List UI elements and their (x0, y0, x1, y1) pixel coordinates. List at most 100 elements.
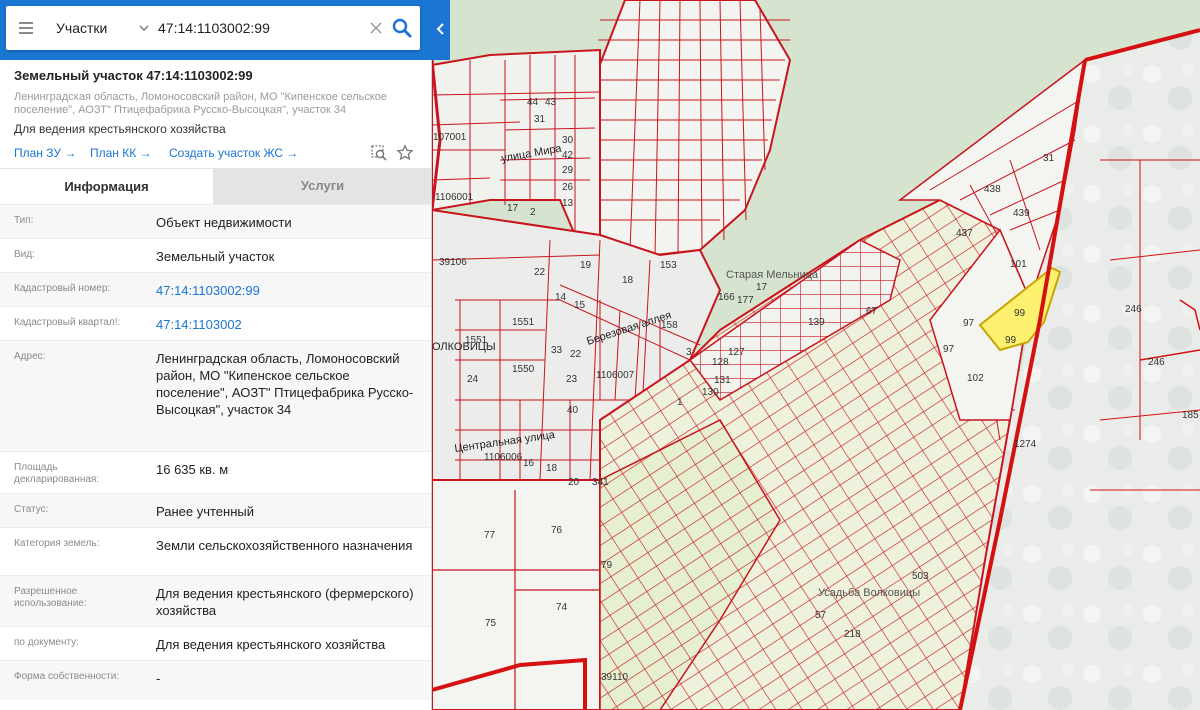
parcel-address: Ленинградская область, Ломоносовский рай… (14, 91, 388, 116)
svg-text:16: 16 (523, 458, 535, 469)
svg-text:30: 30 (562, 135, 574, 146)
row-label: Кадастровый квартал!: (14, 317, 121, 328)
svg-text:17: 17 (756, 282, 768, 293)
info-row-land-category: Категория земель: Земли сельскохозяйстве… (0, 527, 431, 575)
svg-text:246: 246 (1148, 357, 1165, 368)
svg-text:1274: 1274 (1014, 439, 1037, 450)
svg-text:75: 75 (485, 618, 497, 629)
svg-text:24: 24 (467, 374, 479, 385)
svg-text:33: 33 (551, 345, 563, 356)
info-row-address: Адрес: Ленинградская область, Ломоносовс… (0, 340, 431, 451)
plan-kk-link[interactable]: План КК → (90, 146, 152, 160)
row-label: Категория земель: (14, 538, 100, 549)
row-value: - (156, 671, 161, 686)
row-value: Объект недвижимости (156, 215, 292, 230)
svg-text:185: 185 (1182, 410, 1199, 421)
svg-text:107001: 107001 (433, 132, 467, 143)
svg-text:177: 177 (737, 295, 754, 306)
svg-text:ОЛКОВИЦЫ: ОЛКОВИЦЫ (432, 341, 496, 353)
svg-text:1550: 1550 (512, 364, 535, 375)
tab-information[interactable]: Информация (0, 168, 213, 204)
search-input[interactable] (158, 14, 358, 42)
svg-text:99: 99 (1014, 308, 1026, 319)
svg-text:18: 18 (546, 463, 558, 474)
svg-text:13: 13 (562, 198, 574, 209)
plan-zu-link[interactable]: План ЗУ → (14, 146, 76, 160)
svg-text:153: 153 (660, 260, 677, 271)
svg-text:341: 341 (592, 477, 609, 488)
info-row-type: Тип: Объект недвижимости (0, 204, 431, 238)
svg-text:127: 127 (728, 347, 745, 358)
svg-text:31: 31 (534, 114, 546, 125)
svg-text:39110: 39110 (601, 672, 629, 683)
zoom-to-parcel-icon[interactable] (370, 144, 388, 162)
row-label: Вид: (14, 249, 35, 260)
svg-text:31: 31 (1043, 153, 1055, 164)
svg-text:19: 19 (580, 260, 592, 271)
search-bar: Участки (0, 0, 432, 60)
svg-text:246: 246 (1125, 304, 1142, 315)
svg-text:503: 503 (912, 571, 929, 582)
create-zhs-link[interactable]: Создать участок ЖС → (169, 146, 298, 160)
info-row-kind: Вид: Земельный участок (0, 238, 431, 272)
row-value: Для ведения крестьянского хозяйства (156, 637, 386, 652)
svg-text:20: 20 (568, 477, 580, 488)
info-table: Тип: Объект недвижимости Вид: Земельный … (0, 204, 431, 700)
svg-text:22: 22 (570, 349, 582, 360)
svg-text:74: 74 (556, 602, 568, 613)
chevron-down-icon[interactable] (138, 22, 150, 34)
tab-bar: Информация Услуги (0, 168, 431, 204)
svg-text:Усадьба Волковицы: Усадьба Волковицы (818, 587, 920, 599)
tab-services[interactable]: Услуги (213, 168, 431, 204)
row-value: Ранее учтенный (156, 504, 254, 519)
svg-text:15: 15 (574, 300, 586, 311)
svg-text:43: 43 (545, 97, 557, 108)
svg-text:439: 439 (1013, 208, 1030, 219)
chevron-left-icon (436, 23, 444, 35)
svg-text:1106006: 1106006 (484, 452, 523, 463)
svg-text:102: 102 (967, 373, 984, 384)
svg-text:3: 3 (686, 347, 692, 358)
search-box: Участки (6, 6, 420, 50)
svg-text:57: 57 (815, 610, 827, 621)
svg-text:1: 1 (677, 397, 683, 408)
svg-text:29: 29 (562, 165, 574, 176)
star-icon[interactable] (396, 144, 414, 162)
row-value: Земельный участок (156, 249, 275, 264)
row-label: Кадастровый номер: (14, 283, 111, 294)
svg-text:437: 437 (956, 228, 973, 239)
svg-text:97: 97 (963, 318, 975, 329)
row-label: Площадь декларированная: (14, 462, 100, 485)
svg-text:18: 18 (622, 275, 634, 286)
svg-text:101: 101 (1010, 259, 1027, 270)
svg-text:1551: 1551 (512, 317, 535, 328)
svg-text:17: 17 (507, 203, 519, 214)
svg-text:131: 131 (714, 375, 731, 386)
info-row-status: Статус: Ранее учтенный (0, 493, 431, 527)
cadastral-number-link[interactable]: 47:14:1103002:99 (156, 282, 422, 299)
row-label: Тип: (14, 215, 34, 226)
page-title: Земельный участок 47:14:1103002:99 (14, 68, 253, 83)
row-label: Статус: (14, 504, 49, 515)
info-row-ownership-form: Форма собственности: - (0, 660, 431, 700)
svg-text:128: 128 (712, 357, 729, 368)
parcel-info-panel: Земельный участок 47:14:1103002:99 Ленин… (0, 60, 432, 710)
close-icon[interactable] (366, 18, 386, 38)
svg-text:166: 166 (718, 292, 735, 303)
collapse-panel-button[interactable] (432, 0, 450, 60)
row-label: Разрешенное использование: (14, 586, 87, 609)
svg-text:97: 97 (943, 344, 955, 355)
svg-text:1106001: 1106001 (435, 192, 474, 203)
svg-text:218: 218 (844, 629, 861, 640)
row-label: Форма собственности: (14, 671, 120, 682)
svg-text:79: 79 (601, 560, 613, 571)
svg-text:14: 14 (555, 292, 567, 303)
svg-text:67: 67 (866, 306, 878, 317)
search-icon[interactable] (390, 16, 414, 40)
cadastral-quarter-link[interactable]: 47:14:1103002 (156, 316, 422, 333)
app-window: 44 43 31 30 42 29 26 13 17 2 22 19 18 15… (0, 0, 1200, 710)
menu-icon[interactable] (14, 16, 40, 40)
search-type-select[interactable]: Участки (56, 6, 107, 50)
svg-text:76: 76 (551, 525, 563, 536)
svg-text:438: 438 (984, 184, 1001, 195)
